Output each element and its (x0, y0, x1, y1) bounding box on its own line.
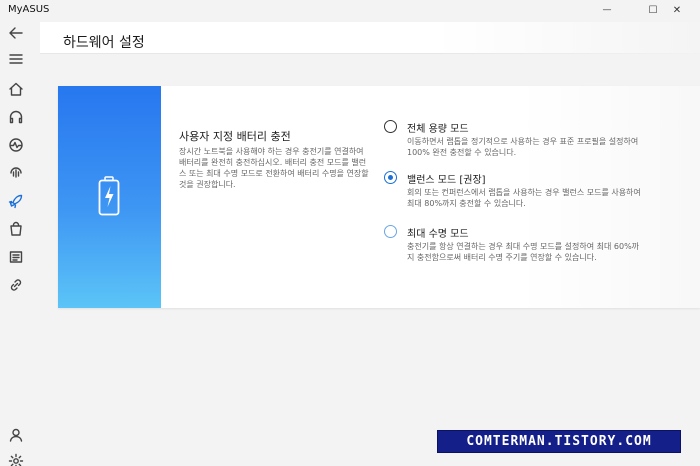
sidebar-item-support[interactable] (5, 106, 27, 128)
option-description: 충전기를 항상 연결하는 경우 최대 수명 모드를 설정하여 최대 60%까지 … (407, 242, 640, 262)
audio-wave-icon (10, 167, 22, 178)
shopping-bag-icon (10, 221, 22, 236)
close-button[interactable]: ✕ (654, 0, 700, 20)
user-icon (9, 428, 23, 442)
sidebar-item-audio[interactable] (5, 162, 27, 184)
sidebar-item-account[interactable] (5, 424, 27, 446)
sidebar-item-link[interactable] (5, 274, 27, 296)
headset-icon (9, 110, 23, 124)
close-icon: ✕ (672, 4, 682, 16)
radio-full-capacity[interactable] (384, 120, 397, 133)
back-arrow-icon (9, 27, 23, 39)
diagnostics-icon (9, 138, 23, 152)
option-label: 최대 수명 모드 (407, 229, 469, 240)
sidebar-item-diagnostics[interactable] (5, 134, 27, 156)
sidebar-item-home[interactable] (5, 78, 27, 100)
back-button[interactable] (5, 22, 27, 44)
home-icon (9, 82, 23, 96)
menu-icon (9, 54, 23, 64)
sidebar-item-news[interactable] (5, 246, 27, 268)
sidebar-item-settings[interactable] (5, 450, 27, 466)
page-title: 하드웨어 설정 (63, 35, 145, 51)
minimize-icon: — (602, 5, 612, 15)
sidebar-item-store[interactable] (5, 218, 27, 240)
radio-max-lifespan[interactable] (384, 225, 397, 238)
option-description: 이동하면서 랩톱을 정기적으로 사용하는 경우 표준 프로필을 설정하여 100… (407, 137, 639, 157)
link-icon (10, 279, 22, 291)
sidebar-item-customization[interactable] (5, 190, 27, 212)
section-description: 장시간 노트북을 사용해야 하는 경우 충전기를 연결하여 배터리를 완전히 충… (179, 147, 369, 189)
title-bar: MyASUS — ☐ ✕ (0, 0, 700, 20)
option-label: 전체 용량 모드 (407, 124, 469, 135)
radio-balanced[interactable] (384, 171, 397, 184)
gear-icon (8, 453, 24, 466)
app-title: MyASUS (8, 4, 50, 15)
menu-button[interactable] (5, 48, 27, 70)
option-label: 밸런스 모드 [권장] (407, 175, 486, 186)
minimize-button[interactable]: — (584, 0, 630, 20)
sidebar (0, 20, 34, 466)
battery-charging-icon (98, 176, 120, 216)
watermark: COMTERMAN.TISTORY.COM (437, 430, 681, 453)
section-title: 사용자 지정 배터리 충전 (179, 130, 291, 143)
option-description: 회의 또는 컨퍼런스에서 랩톱을 사용하는 경우 밸런스 모드를 사용하여 최대… (407, 188, 641, 208)
rocket-icon (8, 194, 23, 209)
news-icon (9, 251, 23, 263)
